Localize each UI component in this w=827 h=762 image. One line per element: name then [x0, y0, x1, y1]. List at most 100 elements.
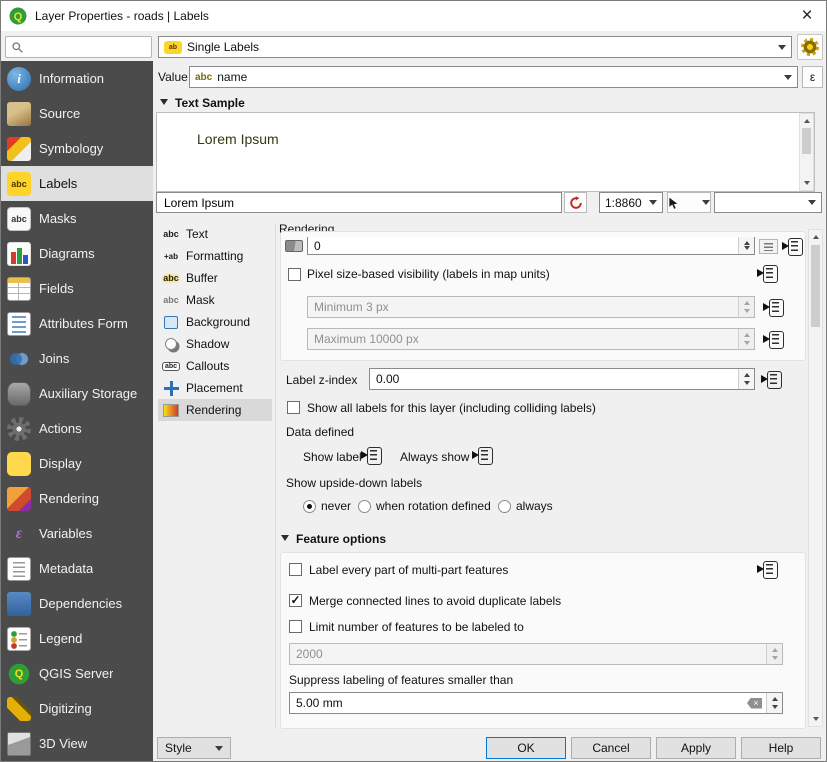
sidebar-item-metadata[interactable]: Metadata [1, 551, 153, 586]
clear-icon[interactable] [747, 698, 762, 709]
limit-features-checkbox[interactable] [289, 620, 302, 633]
spinner-buttons[interactable] [738, 237, 754, 254]
reset-sample-button[interactable] [564, 192, 587, 213]
data-defined-override-button[interactable] [782, 236, 802, 256]
tab-shadow[interactable]: Shadow [158, 333, 272, 355]
tab-text[interactable]: Text [158, 223, 272, 245]
merge-lines-checkbox[interactable] [289, 594, 302, 607]
mask-tab-icon [162, 292, 180, 308]
set-scale-button[interactable] [759, 239, 778, 254]
label-mode-combobox[interactable]: Single Labels [158, 36, 792, 58]
sidebar-item-source[interactable]: Source [1, 96, 153, 131]
scrollbar-thumb[interactable] [802, 128, 811, 154]
tab-mask[interactable]: Mask [158, 289, 272, 311]
spinner-buttons[interactable] [738, 297, 754, 317]
cancel-button[interactable]: Cancel [571, 737, 651, 759]
tab-buffer[interactable]: Buffer [158, 267, 272, 289]
label-every-part-checkbox[interactable] [289, 563, 302, 576]
minimum-scale-spinbox[interactable]: 0 [307, 237, 755, 255]
sidebar-item-3d-view[interactable]: 3D View [1, 726, 153, 761]
apply-button[interactable]: Apply [656, 737, 736, 759]
sidebar-item-masks[interactable]: Masks [1, 201, 153, 236]
collapse-triangle-icon[interactable] [160, 99, 168, 105]
scroll-down-icon[interactable] [801, 176, 812, 190]
dropdown-arrow-icon [702, 200, 710, 205]
expression-builder-button[interactable]: ε [802, 66, 823, 88]
tab-placement[interactable]: Placement [158, 377, 272, 399]
map-scale-picker-button[interactable] [667, 192, 711, 213]
zindex-spinbox[interactable]: 0.00 [369, 368, 755, 390]
preview-scrollbar[interactable] [799, 113, 814, 191]
radio-never[interactable] [303, 500, 316, 513]
sidebar-item-display[interactable]: Display [1, 446, 153, 481]
spinner-buttons[interactable] [766, 644, 782, 664]
limit-features-spinbox[interactable]: 2000 [289, 643, 783, 665]
suppress-label: Suppress labeling of features smaller th… [289, 672, 513, 688]
sidebar-item-rendering[interactable]: Rendering [1, 481, 153, 516]
data-defined-override-button[interactable] [763, 297, 783, 317]
data-defined-override-button[interactable] [757, 559, 777, 579]
sidebar-item-legend[interactable]: Legend [1, 621, 153, 656]
spinner-buttons[interactable] [766, 693, 782, 713]
tab-formatting[interactable]: Formatting [158, 245, 272, 267]
radio-when-rotation-defined[interactable] [358, 500, 371, 513]
sidebar-item-fields[interactable]: Fields [1, 271, 153, 306]
panel-scrollbar[interactable] [808, 229, 823, 727]
data-defined-override-button[interactable] [361, 445, 381, 465]
preview-background-combobox[interactable] [714, 192, 822, 213]
sidebar-item-variables[interactable]: Variables [1, 516, 153, 551]
qgis-server-icon [7, 662, 31, 686]
text-field-icon [195, 72, 212, 83]
sidebar-item-information[interactable]: Information [1, 61, 153, 96]
tab-label: Shadow [186, 337, 229, 351]
data-defined-override-button[interactable] [761, 369, 781, 389]
data-defined-override-button[interactable] [472, 445, 492, 465]
sidebar-item-actions[interactable]: Actions [1, 411, 153, 446]
scroll-up-icon[interactable] [801, 114, 812, 128]
sidebar-item-qgis-server[interactable]: QGIS Server [1, 656, 153, 691]
tab-background[interactable]: Background [158, 311, 272, 333]
sample-scale-combobox[interactable]: 1:8860 [599, 192, 663, 213]
symbology-icon [7, 137, 31, 161]
pixel-visibility-checkbox[interactable] [288, 268, 301, 281]
sidebar-item-diagrams[interactable]: Diagrams [1, 236, 153, 271]
variables-icon [7, 522, 31, 546]
spinner-buttons[interactable] [738, 329, 754, 349]
tab-callouts[interactable]: Callouts [158, 355, 272, 377]
data-defined-override-button[interactable] [757, 263, 777, 283]
close-button[interactable] [790, 1, 824, 31]
tab-rendering[interactable]: Rendering [158, 399, 272, 421]
show-label-label: Show label [303, 449, 362, 465]
sidebar-item-label: Variables [39, 526, 92, 541]
value-expression-combobox[interactable]: name [189, 66, 798, 88]
sidebar-item-auxiliary-storage[interactable]: Auxiliary Storage [1, 376, 153, 411]
style-button[interactable]: Style [157, 737, 231, 759]
sidebar-item-joins[interactable]: Joins [1, 341, 153, 376]
automated-placement-button[interactable] [797, 34, 823, 60]
spinner-buttons[interactable] [738, 369, 754, 389]
tab-label: Mask [186, 293, 215, 307]
data-defined-override-button[interactable] [763, 329, 783, 349]
metadata-icon [7, 557, 31, 581]
sample-text: Lorem Ipsum [197, 131, 279, 147]
scroll-down-icon[interactable] [810, 712, 821, 726]
sidebar-item-labels[interactable]: Labels [1, 166, 153, 201]
suppress-size-spinbox[interactable]: 5.00 mm [289, 692, 783, 714]
sidebar-item-dependencies[interactable]: Dependencies [1, 586, 153, 621]
sidebar-item-symbology[interactable]: Symbology [1, 131, 153, 166]
minimum-px-spinbox[interactable]: Minimum 3 px [307, 296, 755, 318]
radio-always[interactable] [498, 500, 511, 513]
search-input[interactable] [28, 39, 146, 55]
show-all-labels-checkbox[interactable] [287, 401, 300, 414]
help-button[interactable]: Help [741, 737, 821, 759]
merge-lines-label: Merge connected lines to avoid duplicate… [309, 593, 561, 609]
scrollbar-thumb[interactable] [811, 245, 820, 327]
sample-text-input[interactable] [162, 195, 556, 211]
ok-button[interactable]: OK [486, 737, 566, 759]
scroll-up-icon[interactable] [810, 230, 821, 244]
sidebar-item-attributes-form[interactable]: Attributes Form [1, 306, 153, 341]
sidebar-item-digitizing[interactable]: Digitizing [1, 691, 153, 726]
collapse-triangle-icon[interactable] [281, 535, 289, 541]
sidebar-item-label: Labels [39, 176, 77, 191]
maximum-px-spinbox[interactable]: Maximum 10000 px [307, 328, 755, 350]
